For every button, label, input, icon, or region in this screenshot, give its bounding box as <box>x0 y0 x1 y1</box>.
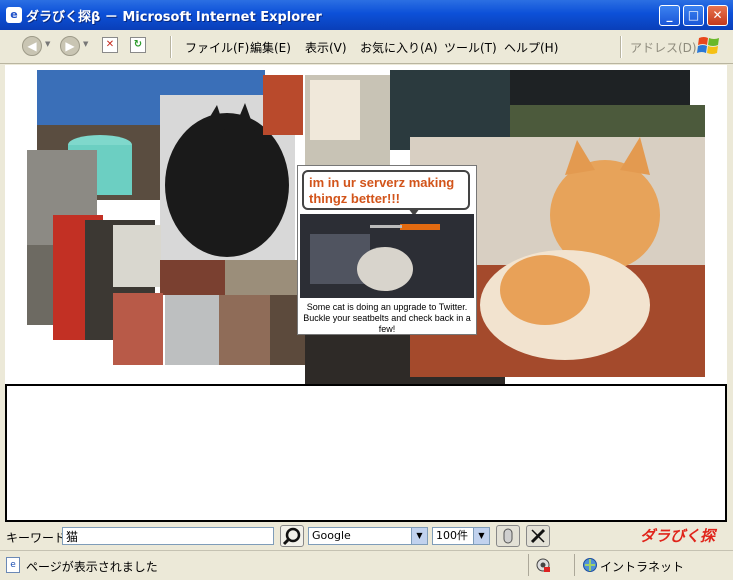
toolbar: ◀ ▼ ▶ ▼ ✕ ↻ ファイル(F) 編集(E) 表示(V) お気に入り(A)… <box>0 30 733 64</box>
keyword-label: キーワード <box>6 531 67 545</box>
forward-button[interactable]: ▶ <box>60 36 80 56</box>
status-message: ページが表示されました <box>26 560 158 574</box>
menu-view[interactable]: 表示(V) <box>305 39 347 56</box>
page-content: im in ur serverz making thingz better!!!… <box>5 65 727 385</box>
capsule-icon <box>503 528 513 544</box>
title-bar[interactable]: e ダラびく探β － Microsoft Internet Explorer _… <box>0 0 733 30</box>
menu-edit[interactable]: 編集(E) <box>250 39 291 56</box>
back-button[interactable]: ◀ <box>22 36 42 56</box>
close-button[interactable]: ✕ <box>707 5 728 26</box>
engine-dropdown-icon[interactable]: ▼ <box>411 528 427 544</box>
settings-button[interactable] <box>526 525 550 547</box>
count-dropdown-icon[interactable]: ▼ <box>473 528 489 544</box>
count-select[interactable]: 100件 ▼ <box>432 527 490 545</box>
search-bar: キーワード Google ▼ 100件 ▼ ダラびく探 <box>0 522 733 550</box>
menu-tools[interactable]: ツール(T) <box>444 39 497 56</box>
fail-caption: Some cat is doing an upgrade to Twitter.… <box>303 302 471 334</box>
keyword-input[interactable] <box>62 527 274 545</box>
intranet-zone-icon <box>583 558 597 572</box>
maximize-button[interactable]: □ <box>683 5 704 26</box>
window-title: ダラびく探β － Microsoft Internet Explorer <box>26 10 322 25</box>
menu-favorites[interactable]: お気に入り(A) <box>360 39 438 56</box>
forward-dropdown-icon[interactable]: ▼ <box>83 40 88 48</box>
brand-logo: ダラびく探 <box>640 527 716 545</box>
browser-window: e ダラびく探β － Microsoft Internet Explorer _… <box>0 0 733 580</box>
windows-logo-icon <box>697 37 719 54</box>
page-done-icon: e <box>6 557 20 573</box>
wrench-icon <box>530 528 546 544</box>
cat-with-screwdriver-photo <box>300 214 474 298</box>
stop-button[interactable]: ✕ <box>102 37 118 53</box>
status-divider <box>528 554 529 576</box>
capsule-button[interactable] <box>496 525 520 547</box>
search-button[interactable] <box>280 525 304 547</box>
status-divider <box>574 554 575 576</box>
back-dropdown-icon[interactable]: ▼ <box>45 40 50 48</box>
refresh-button[interactable]: ↻ <box>130 37 146 53</box>
minimize-button[interactable]: _ <box>659 5 680 26</box>
results-frame <box>5 384 727 522</box>
privacy-icon[interactable] <box>535 557 551 573</box>
security-zone: イントラネット <box>600 560 685 574</box>
toolbar-divider <box>620 36 622 58</box>
menu-file[interactable]: ファイル(F) <box>185 39 249 56</box>
speech-bubble: im in ur serverz making thingz better!!! <box>302 170 470 210</box>
toolbar-divider <box>170 36 172 58</box>
engine-select[interactable]: Google ▼ <box>308 527 428 545</box>
status-bar: e ページが表示されました イントラネット <box>0 550 733 580</box>
page-icon: e <box>6 7 22 23</box>
menu-help[interactable]: ヘルプ(H) <box>504 39 558 56</box>
fail-whale-panel: im in ur serverz making thingz better!!!… <box>297 165 477 335</box>
address-label[interactable]: アドレス(D) <box>630 39 697 56</box>
magnifier-icon <box>282 527 301 546</box>
